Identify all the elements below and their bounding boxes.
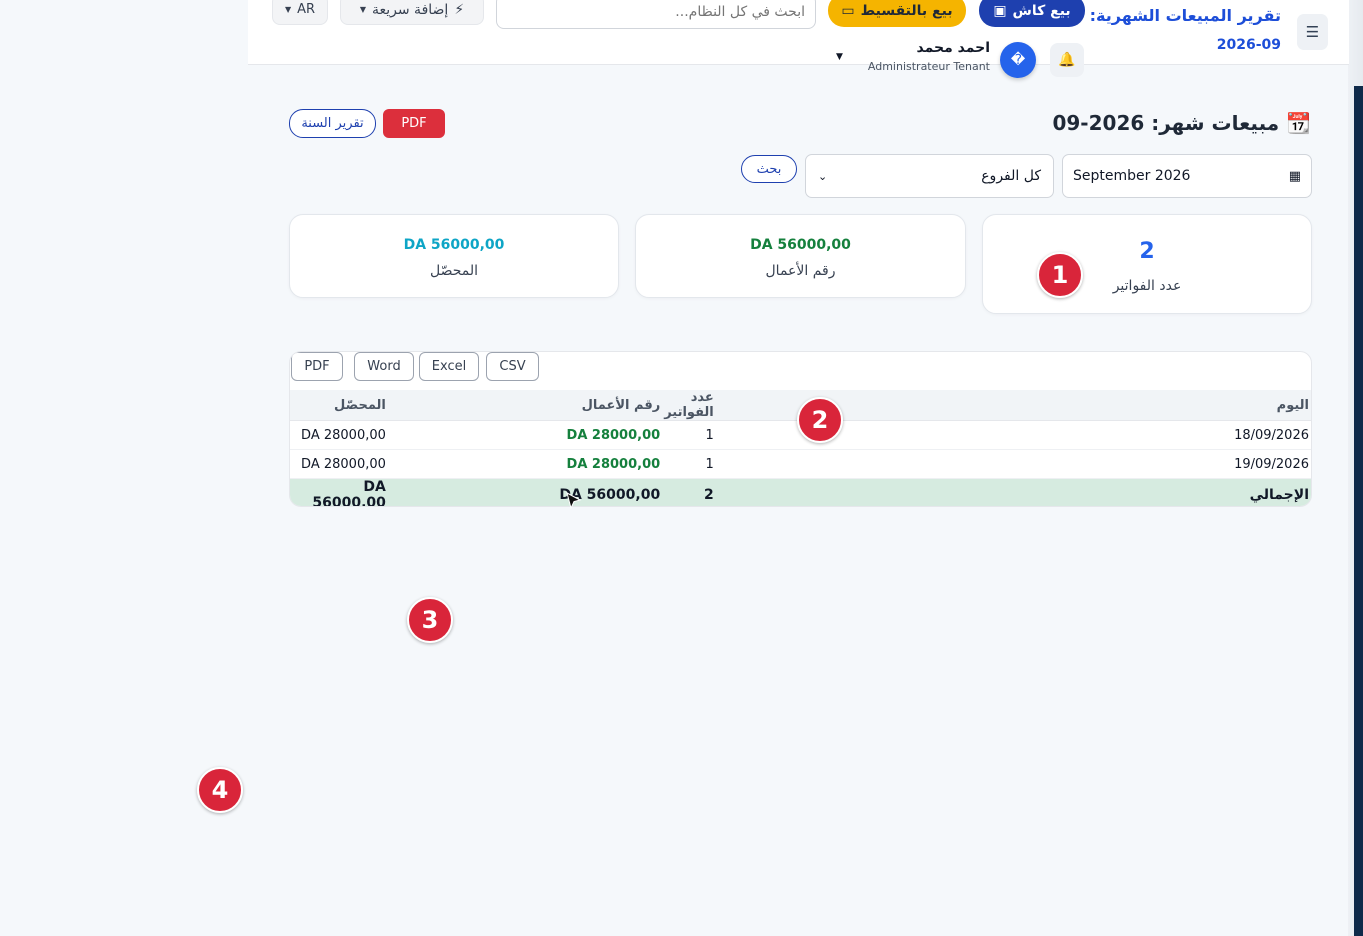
chevron-down-icon: ▼ <box>359 5 366 14</box>
installment-sale-button[interactable]: بيع بالتقسيط ▭ <box>828 0 966 27</box>
total-label: الإجمالي <box>1019 478 1311 506</box>
month-value: September 2026 <box>1073 168 1191 184</box>
cell-collected: DA 28000,00 <box>301 427 386 443</box>
invoice-count-label: عدد الفواتير <box>1112 278 1182 294</box>
quick-add-label: إضافة سريعة <box>372 1 449 18</box>
annotation-marker-2: 2 <box>797 397 843 443</box>
cell-revenue: DA 28000,00 <box>566 456 661 472</box>
column-header-collected[interactable]: المحصّل <box>290 390 390 421</box>
column-header-revenue[interactable]: رقم الأعمال <box>389 390 665 421</box>
collected-label: المحصّل <box>429 263 479 279</box>
language-label: AR <box>297 2 316 17</box>
branch-value: كل الفروع <box>981 168 1041 184</box>
bell-icon: 🔔 <box>1058 52 1076 68</box>
page-scrollbar-thumb[interactable] <box>1354 86 1363 936</box>
calendar-icon: ▦ <box>1288 168 1301 184</box>
user-menu-caret-icon[interactable]: ▼ <box>836 52 843 62</box>
cash-sale-label: بيع كاش <box>1012 2 1071 19</box>
cell-revenue: DA 28000,00 <box>566 427 661 443</box>
global-search-input[interactable] <box>496 0 816 29</box>
cell-day: 18/09/2026 <box>1019 420 1311 450</box>
cash-sale-button[interactable]: بيع كاش ▣ <box>979 0 1085 27</box>
invoice-count-card: 2 عدد الفواتير <box>982 214 1312 314</box>
mouse-cursor-icon <box>566 492 582 510</box>
credit-card-icon: ▭ <box>841 2 855 19</box>
top-header: ☰ تقرير المبيعات الشهرية: 2026-09 بيع كا… <box>248 0 1349 78</box>
hamburger-icon: ☰ <box>1305 23 1320 41</box>
annotation-marker-4: 4 <box>197 767 243 813</box>
table-export-excel-button[interactable]: Excel <box>419 352 479 381</box>
menu-toggle-button[interactable]: ☰ <box>1297 14 1328 50</box>
installment-sale-label: بيع بالتقسيط <box>860 2 953 19</box>
revenue-value: DA 56000,00 <box>750 237 851 253</box>
chevron-down-icon: ▼ <box>284 5 292 14</box>
table-total-row: الإجمالي 2 DA 56000,00 DA 56000,00 <box>290 478 1311 507</box>
column-header-day[interactable]: اليوم <box>1019 390 1311 421</box>
language-dropdown[interactable]: ▼ AR <box>272 0 328 25</box>
table-export-csv-button[interactable]: CSV <box>486 352 539 381</box>
month-picker[interactable]: September 2026 ▦ <box>1062 154 1312 198</box>
total-invoice-count: 2 <box>664 478 1020 506</box>
notifications-button[interactable]: 🔔 <box>1050 43 1084 77</box>
branch-select[interactable]: ⌄ كل الفروع <box>805 154 1054 198</box>
header-subtitle: 2026-09 <box>1216 37 1281 53</box>
export-pdf-button[interactable]: PDF <box>383 109 445 138</box>
register-icon: ▣ <box>993 2 1007 19</box>
search-button[interactable]: بحث <box>741 155 797 183</box>
cell-collected: DA 28000,00 <box>301 456 386 472</box>
quick-add-dropdown[interactable]: ⚡ إضافة سريعة ▼ <box>340 0 484 25</box>
user-avatar[interactable]: � <box>1000 42 1036 78</box>
year-report-button[interactable]: تقرير السنة <box>289 109 376 138</box>
cell-day: 19/09/2026 <box>1019 449 1311 479</box>
invoice-count-value: 2 <box>1139 239 1155 264</box>
page-title: 📆 مبيعات شهر: 2026-09 <box>1052 111 1311 135</box>
total-collected: DA 56000,00 <box>312 479 386 507</box>
table-row: 19/09/2026 1 DA 28000,00 DA 28000,00 <box>290 449 1311 479</box>
revenue-label: رقم الأعمال <box>765 263 836 279</box>
collected-card: DA 56000,00 المحصّل <box>289 214 619 298</box>
table-export-word-button[interactable]: Word <box>354 352 414 381</box>
table-export-pdf-button[interactable]: PDF <box>291 352 343 381</box>
chevron-down-icon: ⌄ <box>818 169 828 183</box>
collected-value: DA 56000,00 <box>403 237 505 253</box>
lightning-icon: ⚡ <box>454 1 465 18</box>
header-title: تقرير المبيعات الشهرية: <box>1089 6 1281 25</box>
annotation-marker-3: 3 <box>407 597 453 643</box>
annotation-marker-1: 1 <box>1037 252 1083 298</box>
cell-invoice-count: 1 <box>664 449 1020 479</box>
revenue-card: DA 56000,00 رقم الأعمال <box>635 214 966 298</box>
